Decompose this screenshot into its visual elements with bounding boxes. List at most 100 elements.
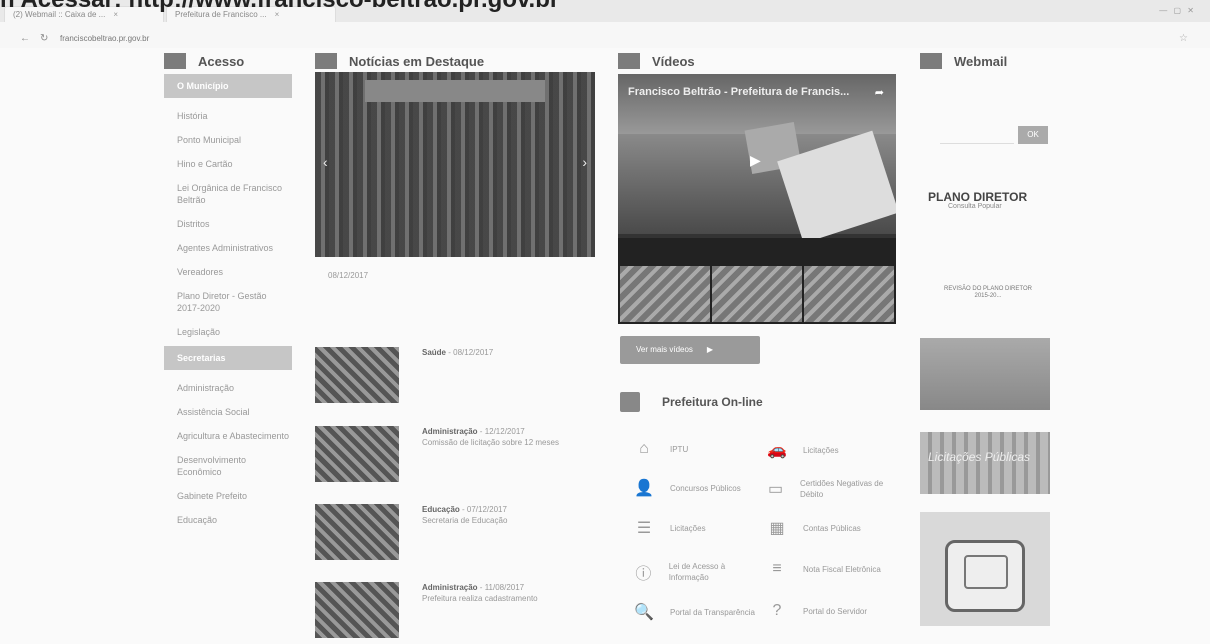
video-thumbnail[interactable] (804, 266, 894, 322)
note-icon: ≡ (772, 560, 782, 577)
news-item[interactable]: Administração - 11/08/2017 Prefeitura rea… (315, 582, 605, 642)
arrow-left-icon[interactable]: ← (20, 33, 30, 44)
sidebar-item[interactable]: Administração (164, 382, 292, 394)
webmail-input[interactable] (940, 128, 1014, 144)
banner-licitacoes[interactable]: Licitações Públicas (920, 432, 1050, 494)
list-icon: ☰ (636, 520, 652, 537)
news-date: 08/12/2017 (453, 348, 494, 357)
service-certidoes[interactable]: ▭ Certidões Negativas de Débito (765, 478, 895, 500)
sidebar-item[interactable]: Vereadores (164, 266, 292, 278)
section-icon (164, 53, 186, 69)
news-date: 07/12/2017 (466, 505, 507, 514)
sidebar-item[interactable]: Ponto Municipal (164, 134, 292, 146)
bus-body (964, 555, 1008, 589)
address-bar[interactable]: franciscobeltrao.pr.gov.br (60, 34, 149, 43)
section-icon (618, 53, 640, 69)
service-servidor[interactable]: ? Portal do Servidor (765, 602, 895, 620)
window-controls[interactable]: — ▢ ✕ (1159, 6, 1196, 15)
news-item[interactable]: Educação - 07/12/2017 Secretaria de Educa… (315, 504, 605, 564)
document-icon: ▭ (767, 481, 784, 498)
sidebar-item[interactable]: Lei Orgânica de Francisco Beltrão (164, 182, 292, 206)
button-label: Ver mais vídeos (636, 345, 693, 354)
sidebar-item[interactable]: Assistência Social (164, 406, 292, 418)
sidebar-group-municipio[interactable]: O Município (164, 74, 292, 98)
noticias-header: Notícias em Destaque (315, 50, 484, 72)
car-icon: 🚗 (767, 442, 787, 459)
browser-chrome: (2) Webmail :: Caixa de ... × Prefeitura … (0, 0, 1210, 48)
news-thumbnail[interactable] (315, 426, 399, 482)
news-tag[interactable]: Administração (422, 427, 478, 436)
more-videos-button[interactable]: Ver mais vídeos ▶ (620, 336, 760, 364)
reload-icon[interactable]: ↻ (40, 33, 48, 44)
plano-diretor-title[interactable]: PLANO DIRETOR (928, 190, 1027, 204)
star-icon[interactable]: ☆ (1179, 33, 1188, 44)
sidebar-item[interactable]: Legislação (164, 326, 292, 338)
service-concursos[interactable]: 👤 Concursos Públicos (632, 478, 762, 498)
search-icon: 🔍 (634, 604, 654, 621)
news-thumbnail[interactable] (315, 347, 399, 403)
sidebar-item[interactable]: Gabinete Prefeito (164, 490, 292, 502)
webmail-header: Webmail (920, 50, 1007, 72)
sidebar-item[interactable]: Desenvolvimento Econômico (164, 454, 292, 478)
banner-text: Licitações Públicas (928, 450, 1031, 464)
news-summary: Secretaria de Educação (422, 516, 508, 525)
person-icon: 👤 (634, 480, 654, 497)
news-summary: Prefeitura realiza cadastramento (422, 594, 538, 603)
clock-icon: ⓘ (635, 566, 652, 583)
service-transparencia[interactable]: 🔍 Portal da Transparência (632, 602, 762, 622)
service-licitacoes-2[interactable]: ☰ Licitações (632, 518, 762, 538)
video-thumbnails (618, 264, 896, 324)
share-icon[interactable]: ➦ (875, 86, 884, 99)
news-item[interactable]: Saúde - 08/12/2017 (315, 347, 605, 407)
video-thumbnail[interactable] (712, 266, 802, 322)
acesso-header: Acesso (164, 50, 244, 72)
news-summary: Comissão de licitação sobre 12 meses (422, 438, 559, 447)
bus-icon[interactable] (945, 540, 1025, 612)
service-iptu[interactable]: ⌂ IPTU (632, 440, 762, 458)
prefeitura-header: Prefeitura On-line (620, 392, 763, 412)
news-item[interactable]: Administração - 12/12/2017 Comissão de li… (315, 426, 605, 486)
video-sky (618, 74, 896, 134)
video-thumbnail[interactable] (620, 266, 710, 322)
news-thumbnail[interactable] (315, 504, 399, 560)
page-caption: n Acessar: http://www.francisco-beltrao.… (0, 0, 559, 14)
news-thumbnail[interactable] (315, 582, 399, 638)
navigation-bar: ← ↻ franciscobeltrao.pr.gov.br ☆ (0, 33, 1210, 48)
video-controls-bar (618, 238, 896, 264)
gear-icon (620, 392, 640, 412)
play-icon[interactable]: ▶ (750, 152, 761, 169)
section-icon (920, 53, 942, 69)
sidebar-item[interactable]: Agricultura e Abastecimento (164, 430, 292, 442)
sidebar: O Município História Ponto Municipal Hin… (164, 74, 292, 526)
news-tag[interactable]: Educação (422, 505, 460, 514)
featured-news-image[interactable]: ‹ › (315, 72, 595, 257)
news-tag[interactable]: Saúde (422, 348, 446, 357)
news-date: 12/12/2017 (484, 427, 525, 436)
chevron-left-icon[interactable]: ‹ (323, 154, 328, 170)
video-title[interactable]: Francisco Beltrão - Prefeitura de Franci… (628, 86, 849, 98)
news-date: 11/08/2017 (484, 583, 525, 592)
chevron-right-icon: ▶ (706, 345, 714, 354)
news-tag[interactable]: Administração (422, 583, 478, 592)
service-contas[interactable]: ▦ Contas Públicas (765, 518, 895, 538)
service-licitacoes[interactable]: 🚗 Licitações (765, 440, 895, 460)
sidebar-item[interactable]: Educação (164, 514, 292, 526)
sidebar-item[interactable]: Hino e Cartão (164, 158, 292, 170)
plano-diretor-subtitle: Consulta Popular (948, 203, 1002, 210)
sidebar-item[interactable]: Agentes Administrativos (164, 242, 292, 254)
service-acesso-info[interactable]: ⓘ Lei de Acesso à Informação (632, 560, 762, 584)
chevron-right-icon[interactable]: › (582, 154, 587, 170)
webmail-go-button[interactable]: OK (1018, 126, 1048, 144)
sidebar-item[interactable]: História (164, 110, 292, 122)
house-icon: ⌂ (639, 440, 649, 457)
service-nota-fiscal[interactable]: ≡ Nota Fiscal Eletrônica (765, 560, 895, 578)
stage-area (365, 80, 545, 102)
video-player[interactable]: Francisco Beltrão - Prefeitura de Franci… (618, 74, 896, 238)
sidebar-item[interactable]: Plano Diretor - Gestão 2017-2020 (164, 290, 292, 314)
plano-diretor-info[interactable]: REVISÃO DO PLANO DIRETOR 2015-20... (940, 286, 1036, 300)
featured-news-date: 08/12/2017 (328, 271, 369, 280)
sidebar-group-secretarias[interactable]: Secretarias (164, 346, 292, 370)
help-icon: ? (772, 602, 782, 619)
banner-landscape[interactable] (920, 338, 1050, 410)
sidebar-item[interactable]: Distritos (164, 218, 292, 230)
